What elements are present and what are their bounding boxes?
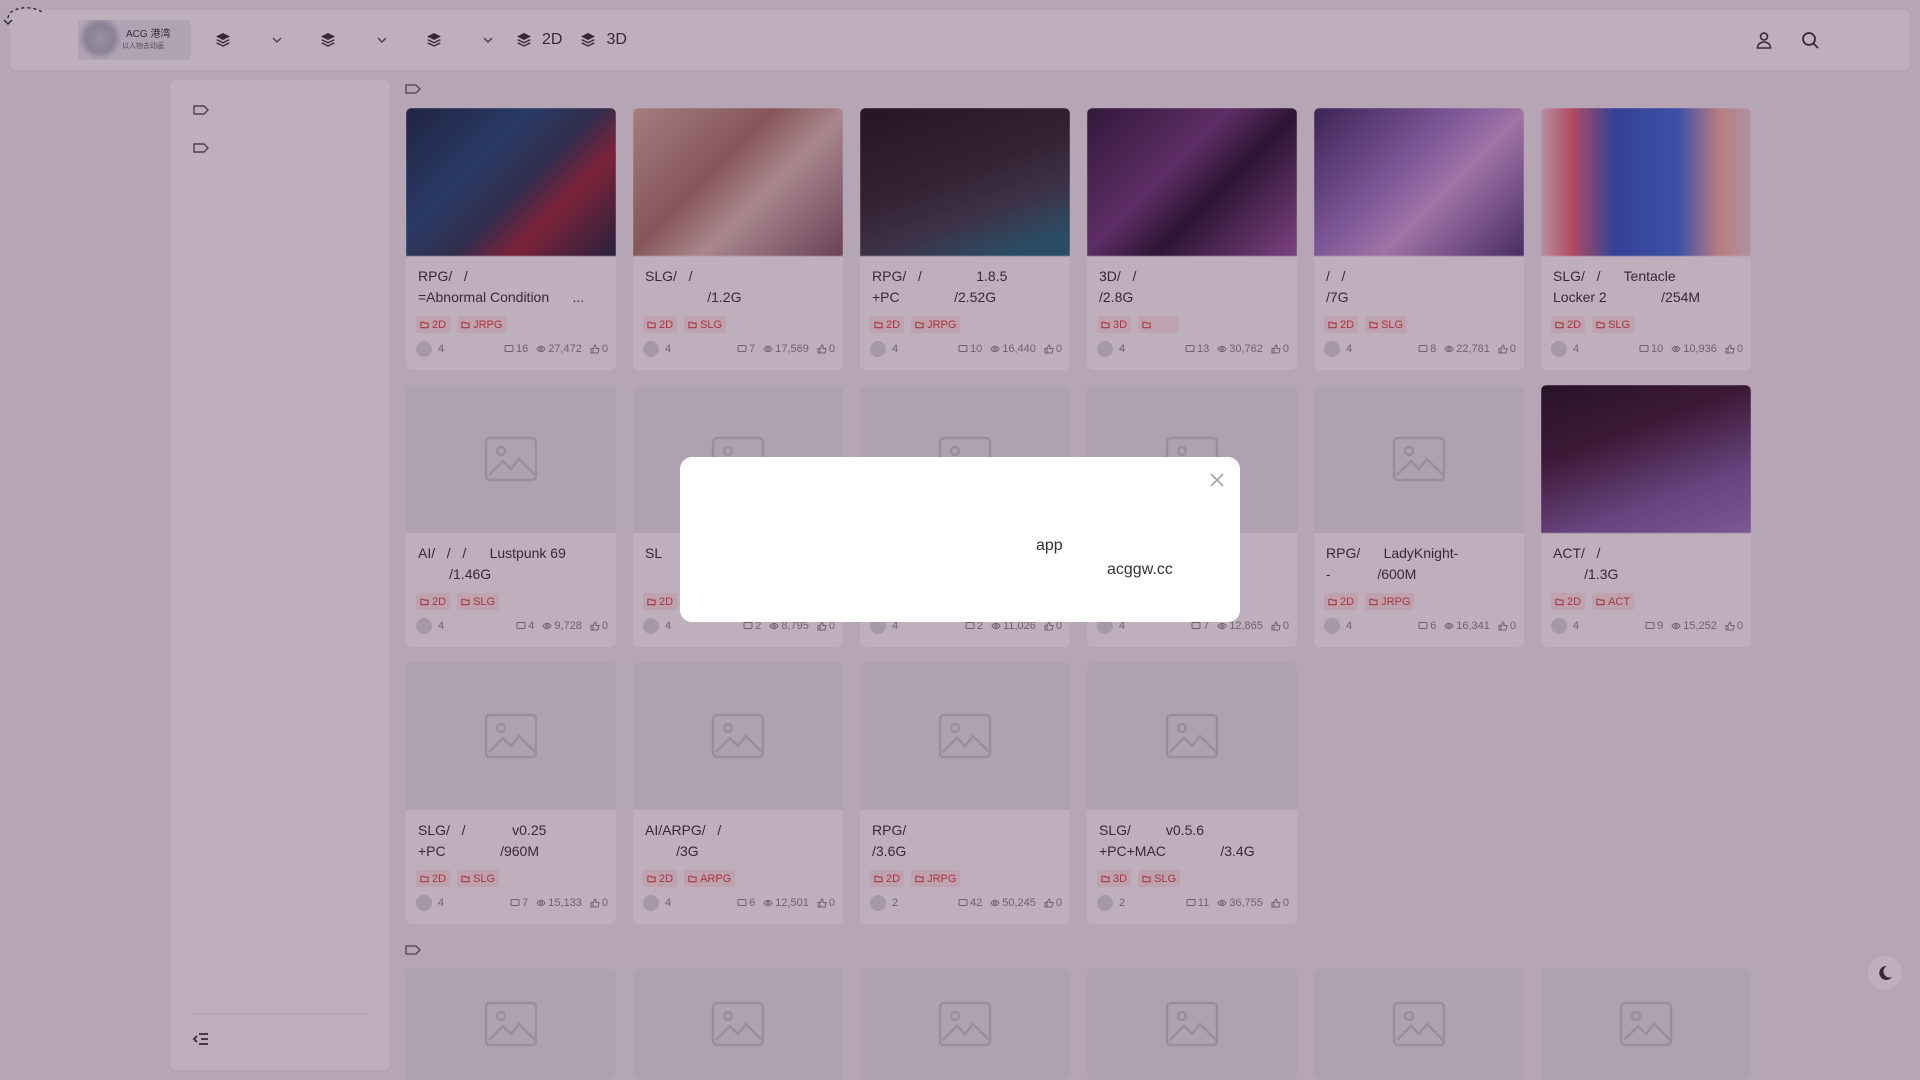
close-icon[interactable] — [1208, 471, 1226, 489]
modal-message-line2: acggw.cc — [1107, 561, 1173, 578]
notice-modal: app acggw.cc — [680, 457, 1240, 622]
modal-message-line1: app — [1036, 537, 1063, 554]
loading-cursor-icon — [3, 7, 43, 25]
